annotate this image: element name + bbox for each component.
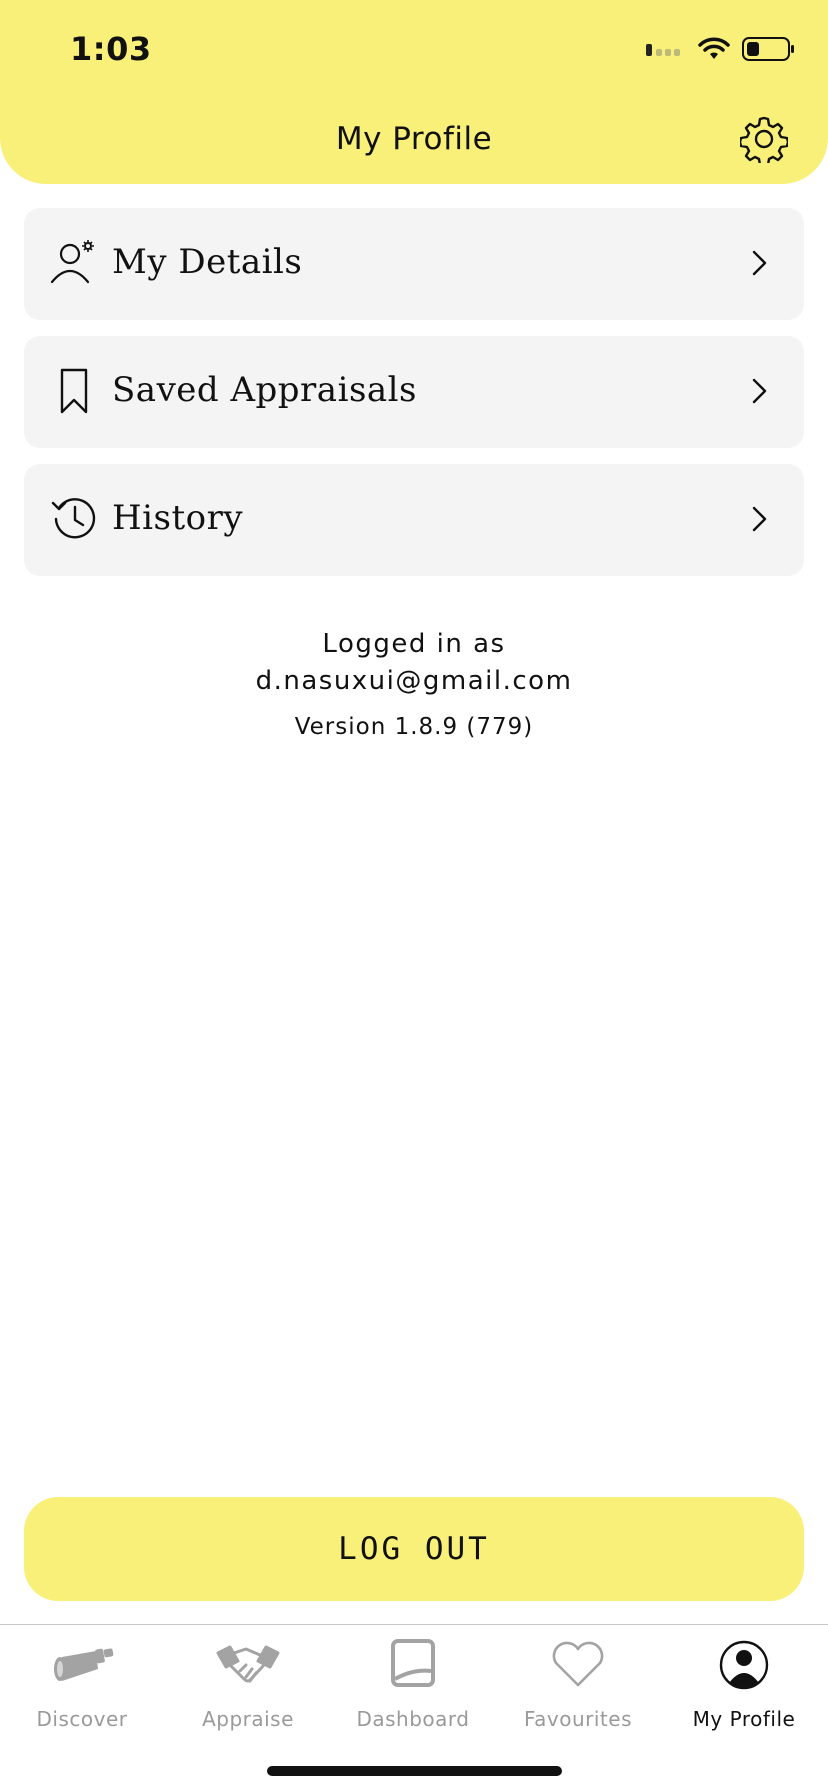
wifi-icon	[698, 37, 730, 59]
logged-in-label: Logged in as	[322, 629, 506, 659]
account-email: d.nasuxui@gmail.com	[255, 666, 573, 696]
menu-label-my-details: My Details	[112, 242, 303, 282]
home-indicator	[267, 1766, 562, 1776]
history-icon	[51, 498, 96, 539]
dashboard-icon	[391, 1639, 435, 1687]
heart-icon	[552, 1641, 604, 1687]
tab-appraise[interactable]: Appraise	[173, 1639, 323, 1739]
logout-button[interactable]: LOG OUT	[24, 1497, 804, 1601]
bookmark-icon	[60, 368, 88, 414]
menu-item-saved-appraisals[interactable]: Saved Appraisals	[24, 336, 804, 448]
settings-button[interactable]	[738, 115, 790, 168]
user-gear-icon	[50, 240, 94, 284]
signal-icon	[646, 44, 680, 56]
tab-label-appraise: Appraise	[202, 1707, 294, 1731]
page-title: My Profile	[335, 121, 493, 157]
telescope-icon	[54, 1648, 114, 1681]
header: 1:03 My Profile	[0, 0, 828, 184]
menu-item-my-details[interactable]: My Details	[24, 208, 804, 320]
tab-favourites[interactable]: Favourites	[503, 1639, 653, 1739]
tab-label-discover: Discover	[36, 1707, 128, 1731]
menu-item-history[interactable]: History	[24, 464, 804, 576]
menu-label-saved-appraisals: Saved Appraisals	[112, 370, 417, 410]
login-info: Logged in as d.nasuxui@gmail.com	[0, 626, 828, 700]
tab-label-dashboard: Dashboard	[356, 1707, 470, 1731]
chevron-right-icon	[752, 506, 767, 532]
profile-icon	[719, 1640, 769, 1690]
chevron-right-icon	[752, 250, 767, 276]
status-icons	[646, 34, 796, 64]
tab-label-my-profile: My Profile	[692, 1707, 796, 1731]
tab-label-favourites: Favourites	[523, 1707, 633, 1731]
gear-icon	[738, 116, 790, 168]
menu-label-history: History	[112, 498, 244, 538]
tab-dashboard[interactable]: Dashboard	[338, 1639, 488, 1739]
chevron-right-icon	[752, 378, 767, 404]
app-version: Version 1.8.9 (779)	[294, 714, 534, 740]
battery-icon	[742, 37, 794, 61]
tab-my-profile[interactable]: My Profile	[669, 1639, 819, 1739]
handshake-icon	[216, 1645, 280, 1683]
status-time: 1:03	[70, 30, 152, 68]
tab-discover[interactable]: Discover	[7, 1639, 157, 1739]
